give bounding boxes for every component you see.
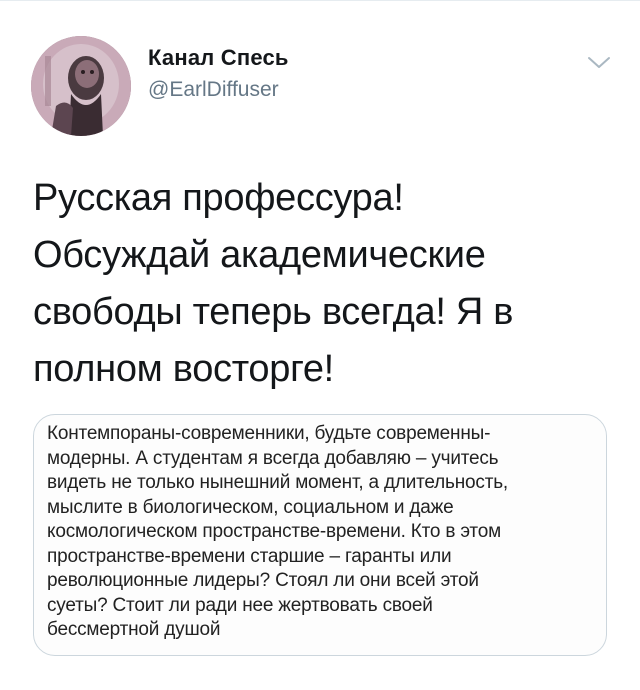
tweet-text: Русская профессура! Обсуждай академическ…: [33, 177, 514, 390]
avatar[interactable]: [31, 36, 131, 136]
author-handle[interactable]: @EarlDiffuser: [148, 76, 289, 104]
top-divider: [0, 0, 640, 1]
tweet-media-image[interactable]: Контемпораны-современники, будьте соврем…: [33, 414, 607, 656]
media-text: Контемпораны-современники, будьте соврем…: [47, 423, 508, 640]
menu-button[interactable]: [585, 52, 613, 72]
avatar-portrait: [31, 36, 131, 136]
author-block: Канал Спесь @EarlDiffuser: [148, 44, 289, 104]
author-name[interactable]: Канал Спесь: [148, 44, 289, 72]
chevron-down-icon: [588, 57, 610, 68]
